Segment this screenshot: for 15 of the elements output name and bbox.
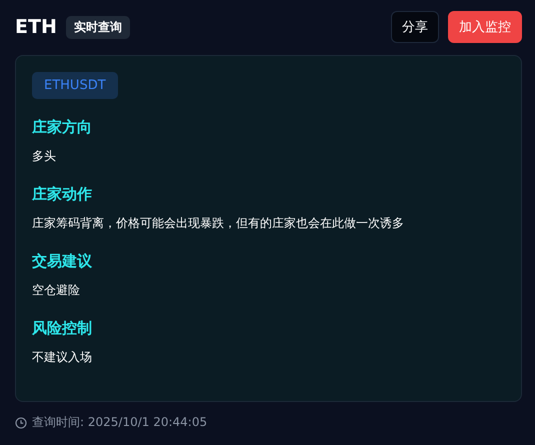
monitor-button[interactable]: 加入监控 xyxy=(448,11,522,43)
page-title: ETH xyxy=(15,16,57,38)
section-heading: 风险控制 xyxy=(32,319,92,338)
section-text: 多头 xyxy=(32,148,57,165)
share-button[interactable]: 分享 xyxy=(391,11,439,43)
section-heading: 交易建议 xyxy=(32,252,92,271)
section-text: 不建议入场 xyxy=(32,349,92,366)
symbol-tag: ETHUSDT xyxy=(32,72,118,99)
section-text: 庄家筹码背离，价格可能会出现暴跌，但有的庄家也会在此做一次诱多 xyxy=(32,215,404,232)
section-text: 空仓避险 xyxy=(32,282,81,299)
status-badge: 实时查询 xyxy=(66,16,130,38)
section-heading: 庄家方向 xyxy=(32,118,92,137)
query-time: 查询时间: 2025/10/1 20:44:05 xyxy=(32,414,208,431)
clock-icon xyxy=(15,416,27,428)
section-heading: 庄家动作 xyxy=(32,185,93,204)
